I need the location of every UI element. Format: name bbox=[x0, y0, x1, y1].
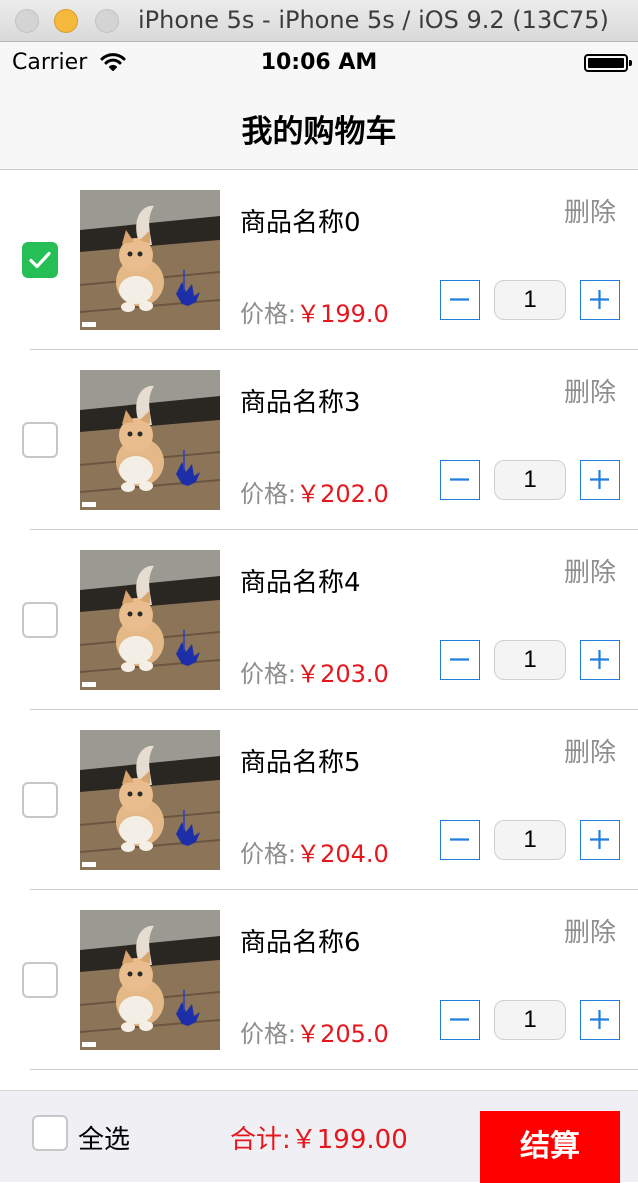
plus-icon bbox=[590, 650, 609, 669]
quantity-field[interactable]: 1 bbox=[494, 820, 566, 860]
quantity-field[interactable]: 1 bbox=[494, 1000, 566, 1040]
product-image bbox=[80, 910, 220, 1050]
product-name: 商品名称6 bbox=[240, 928, 361, 958]
plus-icon bbox=[590, 1010, 609, 1029]
battery-icon bbox=[584, 54, 632, 72]
cart-item-row: 商品名称4 删除 价格:￥203.0 1 bbox=[0, 530, 638, 710]
quantity-decrease-button[interactable] bbox=[440, 460, 480, 500]
cart-item-row: 商品名称5 删除 价格:￥204.0 1 bbox=[0, 710, 638, 890]
price-row: 价格:￥199.0 bbox=[240, 294, 389, 329]
quantity-field[interactable]: 1 bbox=[494, 640, 566, 680]
delete-button[interactable]: 删除 bbox=[564, 732, 616, 769]
product-image bbox=[80, 730, 220, 870]
quantity-decrease-button[interactable] bbox=[440, 640, 480, 680]
minus-icon bbox=[450, 478, 469, 481]
product-name: 商品名称0 bbox=[240, 208, 361, 238]
row-divider bbox=[30, 1069, 638, 1070]
price-value: ￥203.0 bbox=[296, 660, 389, 688]
status-time: 10:06 AM bbox=[260, 50, 378, 75]
quantity-increase-button[interactable] bbox=[580, 280, 620, 320]
item-select-checkbox[interactable] bbox=[22, 962, 58, 998]
price-row: 价格:￥203.0 bbox=[240, 654, 389, 689]
price-value: ￥204.0 bbox=[296, 840, 389, 868]
checkout-button[interactable]: 结算 bbox=[480, 1111, 620, 1183]
cart-item-row: 商品名称6 删除 价格:￥205.0 1 bbox=[0, 890, 638, 1070]
price-value: ￥205.0 bbox=[296, 1020, 389, 1048]
checkout-bar: 全选 合计:￥199.00 结算 bbox=[0, 1090, 638, 1183]
item-select-checkbox[interactable] bbox=[22, 602, 58, 638]
product-name: 商品名称5 bbox=[240, 748, 361, 778]
product-image bbox=[80, 550, 220, 690]
cart-item-row: 商品名称3 删除 价格:￥202.0 1 bbox=[0, 350, 638, 530]
delete-button[interactable]: 删除 bbox=[564, 912, 616, 949]
price-label: 价格: bbox=[240, 1020, 297, 1048]
delete-button[interactable]: 删除 bbox=[564, 372, 616, 409]
product-name: 商品名称3 bbox=[240, 388, 361, 418]
cart-item-row: 商品名称0 删除 价格:￥199.0 1 bbox=[0, 170, 638, 350]
window-zoom-button[interactable] bbox=[95, 9, 119, 33]
product-name: 商品名称4 bbox=[240, 568, 361, 598]
price-label: 价格: bbox=[240, 300, 297, 328]
quantity-decrease-button[interactable] bbox=[440, 820, 480, 860]
quantity-decrease-button[interactable] bbox=[440, 1000, 480, 1040]
select-all-label: 全选 bbox=[78, 1125, 131, 1155]
plus-icon bbox=[590, 830, 609, 849]
checkmark-icon bbox=[29, 251, 51, 269]
price-value: ￥202.0 bbox=[296, 480, 389, 508]
cart-list[interactable]: 商品名称0 删除 价格:￥199.0 1 商品名称3 删除 价格:￥202.0 … bbox=[0, 170, 638, 1090]
item-select-checkbox[interactable] bbox=[22, 422, 58, 458]
minus-icon bbox=[450, 298, 469, 301]
window-title: iPhone 5s - iPhone 5s / iOS 9.2 (13C75) bbox=[138, 6, 609, 34]
window-close-button[interactable] bbox=[15, 9, 39, 33]
plus-icon bbox=[590, 290, 609, 309]
quantity-increase-button[interactable] bbox=[580, 820, 620, 860]
quantity-field[interactable]: 1 bbox=[494, 460, 566, 500]
delete-button[interactable]: 删除 bbox=[564, 192, 616, 229]
page-title: 我的购物车 bbox=[241, 114, 397, 150]
delete-button[interactable]: 删除 bbox=[564, 552, 616, 589]
simulator-title-bar: iPhone 5s - iPhone 5s / iOS 9.2 (13C75) bbox=[0, 0, 638, 42]
navigation-bar: 我的购物车 bbox=[0, 82, 638, 170]
total-price: 合计:￥199.00 bbox=[230, 1125, 408, 1155]
minus-icon bbox=[450, 1018, 469, 1021]
quantity-increase-button[interactable] bbox=[580, 460, 620, 500]
quantity-increase-button[interactable] bbox=[580, 640, 620, 680]
price-row: 价格:￥202.0 bbox=[240, 474, 389, 509]
quantity-field[interactable]: 1 bbox=[494, 280, 566, 320]
item-select-checkbox[interactable] bbox=[22, 782, 58, 818]
quantity-increase-button[interactable] bbox=[580, 1000, 620, 1040]
price-label: 价格: bbox=[240, 660, 297, 688]
plus-icon bbox=[590, 470, 609, 489]
price-label: 价格: bbox=[240, 840, 297, 868]
status-bar: Carrier 10:06 AM bbox=[0, 42, 638, 82]
product-image bbox=[80, 190, 220, 330]
quantity-decrease-button[interactable] bbox=[440, 280, 480, 320]
window-minimize-button[interactable] bbox=[54, 9, 78, 33]
select-all-checkbox[interactable] bbox=[32, 1115, 68, 1151]
price-row: 价格:￥204.0 bbox=[240, 834, 389, 869]
item-select-checkbox[interactable] bbox=[22, 242, 58, 278]
minus-icon bbox=[450, 838, 469, 841]
price-label: 价格: bbox=[240, 480, 297, 508]
price-value: ￥199.0 bbox=[296, 300, 389, 328]
price-row: 价格:￥205.0 bbox=[240, 1014, 389, 1049]
minus-icon bbox=[450, 658, 469, 661]
product-image bbox=[80, 370, 220, 510]
